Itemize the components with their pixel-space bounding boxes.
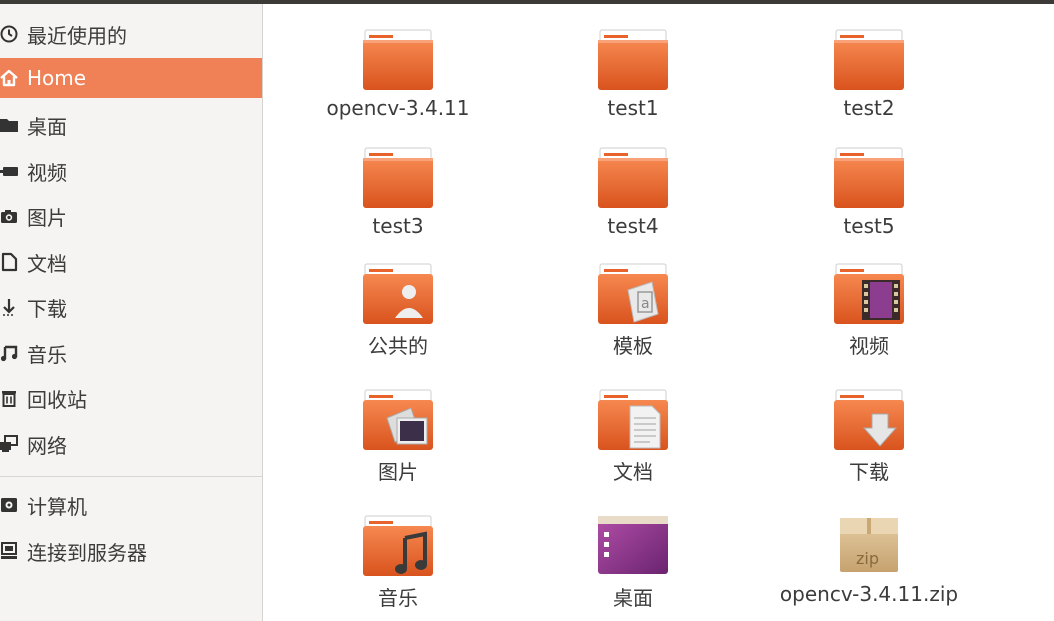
sidebar-item-desktop[interactable]: 桌面: [0, 105, 262, 145]
sidebar-item-videos[interactable]: 视频: [0, 151, 262, 191]
file-item-test5-folder[interactable]: test5: [769, 146, 969, 238]
file-item-test3-folder[interactable]: test3: [298, 146, 498, 238]
file-name: opencv-3.4.11: [326, 96, 470, 120]
file-name: test1: [607, 96, 659, 120]
file-item-opencv-folder[interactable]: opencv-3.4.11: [298, 28, 498, 120]
sidebar: 最近使用的 Home 桌面 视频 图片 文档 下载 音乐 回收站 网络 计算机 …: [0, 4, 263, 621]
documents-folder-icon: [596, 388, 670, 452]
sidebar-item-label: 网络: [27, 433, 67, 458]
file-item-music-folder[interactable]: 音乐: [298, 514, 498, 611]
download-arrow-icon: [0, 297, 27, 317]
clock-icon: [0, 24, 27, 44]
pictures-folder-icon: [361, 388, 435, 452]
sidebar-item-label: 回收站: [27, 387, 87, 412]
sidebar-item-label: 下载: [27, 296, 67, 321]
sidebar-item-label: 计算机: [27, 494, 87, 519]
folder-icon: [832, 146, 906, 210]
sidebar-item-home[interactable]: Home: [0, 58, 262, 98]
file-name: 视频: [849, 334, 889, 358]
file-name: 桌面: [613, 586, 653, 610]
sidebar-item-documents[interactable]: 文档: [0, 242, 262, 282]
computer-icon: [0, 495, 27, 515]
sidebar-item-label: 连接到服务器: [27, 540, 147, 565]
sidebar-separator: [0, 476, 262, 477]
file-item-downloads-folder[interactable]: 下载: [769, 388, 969, 485]
folder-icon: [596, 146, 670, 210]
file-item-test4-folder[interactable]: test4: [533, 146, 733, 238]
svg-text:a: a: [641, 296, 650, 312]
file-name: test4: [607, 214, 659, 238]
network-icon: [0, 434, 27, 454]
templates-folder-icon: a: [596, 262, 670, 326]
svg-text:zip: zip: [856, 549, 879, 568]
sidebar-item-recent[interactable]: 最近使用的: [0, 14, 262, 54]
public-folder-icon: [361, 262, 435, 326]
file-item-desktop-folder[interactable]: 桌面: [533, 514, 733, 611]
document-icon: [0, 252, 27, 272]
desktop-folder-icon: [596, 514, 670, 578]
file-name: 模板: [613, 334, 653, 358]
sidebar-item-label: 文档: [27, 251, 67, 276]
file-item-documents-folder[interactable]: 文档: [533, 388, 733, 485]
file-name: test3: [372, 214, 424, 238]
file-item-test2-folder[interactable]: test2: [769, 28, 969, 120]
sidebar-item-label: 图片: [27, 205, 67, 230]
sidebar-item-computer[interactable]: 计算机: [0, 485, 262, 525]
file-name: 文档: [613, 460, 653, 484]
music-folder-icon: [361, 514, 435, 578]
sidebar-item-label: 最近使用的: [27, 23, 127, 48]
sidebar-item-label: 音乐: [27, 342, 67, 367]
file-name: test5: [843, 214, 895, 238]
folder-icon: [361, 146, 435, 210]
music-note-icon: [0, 343, 27, 363]
sidebar-item-label: 视频: [27, 160, 67, 185]
sidebar-item-music[interactable]: 音乐: [0, 333, 262, 373]
file-item-videos-folder[interactable]: 视频: [769, 262, 969, 359]
sidebar-item-connect-server[interactable]: 连接到服务器: [0, 531, 262, 571]
folder-icon: [596, 28, 670, 92]
file-item-public-folder[interactable]: 公共的: [298, 262, 498, 359]
camera-icon: [0, 206, 27, 226]
file-name: 公共的: [368, 334, 428, 358]
folder-icon: [361, 28, 435, 92]
file-item-templates-folder[interactable]: a 模板: [533, 262, 733, 359]
sidebar-item-trash[interactable]: 回收站: [0, 378, 262, 418]
server-connect-icon: [0, 541, 27, 561]
zip-archive-icon: zip: [832, 514, 906, 578]
file-item-pictures-folder[interactable]: 图片: [298, 388, 498, 485]
folder-icon: [832, 28, 906, 92]
folder-icon: [0, 115, 27, 135]
sidebar-item-network[interactable]: 网络: [0, 424, 262, 464]
sidebar-item-label: Home: [27, 66, 87, 90]
file-name: 图片: [378, 460, 418, 484]
file-name: 音乐: [378, 586, 418, 610]
sidebar-item-label: 桌面: [27, 114, 67, 139]
videos-folder-icon: [832, 262, 906, 326]
file-item-opencv-zip[interactable]: zip opencv-3.4.11.zip: [769, 514, 969, 606]
file-name: opencv-3.4.11.zip: [779, 582, 959, 606]
file-item-test1-folder[interactable]: test1: [533, 28, 733, 120]
file-grid: opencv-3.4.11 test1 test2 test3 test4 te…: [263, 4, 1054, 621]
home-icon: [0, 68, 27, 88]
downloads-folder-icon: [832, 388, 906, 452]
file-name: 下载: [849, 460, 889, 484]
sidebar-item-pictures[interactable]: 图片: [0, 196, 262, 236]
sidebar-item-downloads[interactable]: 下载: [0, 287, 262, 327]
file-name: test2: [843, 96, 895, 120]
trash-icon: [0, 388, 27, 408]
video-camera-icon: [0, 161, 27, 181]
